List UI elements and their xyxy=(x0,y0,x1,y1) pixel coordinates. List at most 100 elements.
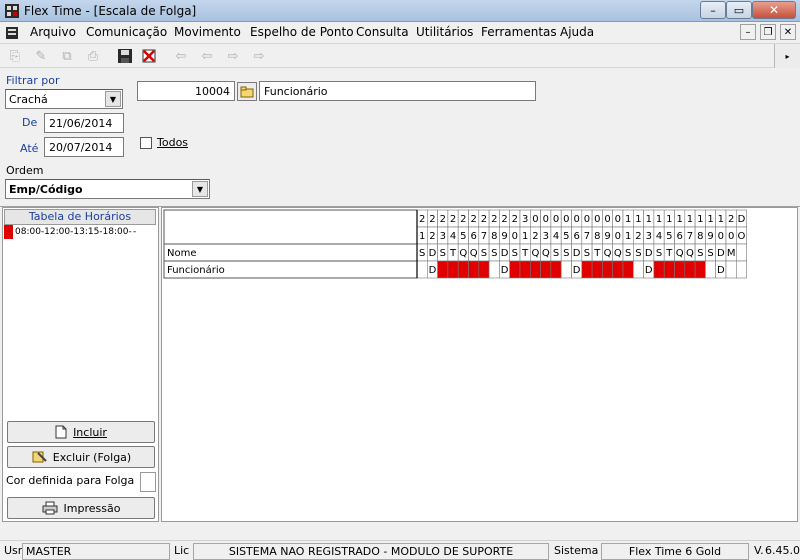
day-cell[interactable] xyxy=(705,260,717,279)
mdi-close-button[interactable]: ✕ xyxy=(780,24,796,40)
menu-ferramentas[interactable]: Ferramentas xyxy=(481,25,557,39)
day-cell[interactable] xyxy=(602,260,613,279)
new-icon[interactable]: ⎘ xyxy=(6,47,24,65)
folga-color-swatch[interactable] xyxy=(140,472,156,492)
print-icon[interactable]: ⎙ xyxy=(84,47,102,65)
day-cell[interactable] xyxy=(632,260,644,279)
mdi-minimize-button[interactable]: – xyxy=(740,24,756,40)
copy-icon[interactable]: ⧉ xyxy=(58,47,76,65)
minimize-button[interactable]: – xyxy=(700,1,726,19)
minimize-icon: – xyxy=(710,3,716,17)
weekday-cell-text: Q xyxy=(614,248,622,259)
print-button[interactable]: Impressão xyxy=(7,497,155,519)
filter-by-label: Filtrar por xyxy=(6,74,60,87)
employee-name[interactable]: Funcionário xyxy=(167,264,225,276)
day-units-cell-text: 6 xyxy=(676,231,682,242)
menu-movimento[interactable]: Movimento xyxy=(174,25,241,39)
day-cell[interactable] xyxy=(581,260,593,279)
remove-folga-button[interactable]: Excluir (Folga) xyxy=(7,446,155,468)
day-cell[interactable] xyxy=(725,260,737,279)
schedule-entry[interactable]: 08:00-12:00-13:15-18:00- xyxy=(15,227,132,237)
menu-arquivo[interactable]: Arquivo xyxy=(30,25,76,39)
day-cell[interactable] xyxy=(694,260,706,279)
day-tens-cell-text: 0 xyxy=(615,214,621,225)
last-icon[interactable]: ⇨ xyxy=(250,47,268,65)
day-cell[interactable] xyxy=(735,260,747,279)
menu-ajuda[interactable]: Ajuda xyxy=(560,25,594,39)
menu-consulta[interactable]: Consulta xyxy=(356,25,409,39)
day-cell[interactable] xyxy=(488,260,500,279)
menu-espelho-de-ponto[interactable]: Espelho de Ponto xyxy=(250,25,354,39)
weekday-cell-text: T xyxy=(665,248,673,259)
to-date-value: 20/07/2014 xyxy=(49,141,113,154)
weekday-cell-text: S xyxy=(491,248,497,259)
maximize-button[interactable]: ▭ xyxy=(726,1,752,19)
chevron-down-icon[interactable]: ▼ xyxy=(192,181,208,197)
day-tens-cell-text: 0 xyxy=(532,214,538,225)
day-cell[interactable] xyxy=(478,260,490,279)
employee-name-field[interactable]: Funcionário xyxy=(259,81,536,101)
day-units-cell-text: 8 xyxy=(491,231,497,242)
order-value: Emp/Código xyxy=(9,183,83,196)
to-date-field[interactable]: 20/07/2014 xyxy=(44,137,124,157)
system-label: Sistema xyxy=(554,544,599,557)
day-units-cell-text: 5 xyxy=(666,231,672,242)
folga-color-label: Cor definida para Folga xyxy=(6,474,135,487)
save-icon[interactable] xyxy=(116,47,134,65)
day-units-cell-text: 4 xyxy=(450,231,456,242)
all-label[interactable]: Todos xyxy=(157,136,188,149)
next-icon[interactable]: ⇨ xyxy=(224,47,242,65)
lookup-button[interactable] xyxy=(237,82,257,101)
title-bar: Flex Time - [Escala de Folga] – ▭ ✕ xyxy=(0,0,800,22)
day-tens-cell-text: 0 xyxy=(584,214,590,225)
day-tens-cell-text: 2 xyxy=(460,214,466,225)
day-cell[interactable] xyxy=(674,260,686,279)
day-cell[interactable] xyxy=(540,260,552,279)
day-cell[interactable] xyxy=(622,260,634,279)
day-cell[interactable] xyxy=(612,260,624,279)
code-field[interactable]: 10004 xyxy=(137,81,235,101)
close-icon: ✕ xyxy=(768,3,780,17)
chevron-down-icon[interactable]: ▼ xyxy=(105,91,121,107)
toolbar-overflow-button[interactable]: ▸ xyxy=(774,44,800,68)
day-cell[interactable] xyxy=(684,260,696,279)
day-units-cell-text: O xyxy=(738,231,746,242)
day-units-cell-text: 3 xyxy=(646,231,652,242)
day-cell[interactable] xyxy=(560,260,572,279)
license-label: Lic xyxy=(174,544,190,557)
delete-icon[interactable] xyxy=(140,47,158,65)
day-cell[interactable] xyxy=(447,260,459,279)
day-cell[interactable] xyxy=(663,260,675,279)
from-date-field[interactable]: 21/06/2014 xyxy=(44,113,124,133)
weekday-cell-text: S xyxy=(697,248,703,259)
version-value: 6.45.03 xyxy=(765,544,800,557)
order-select[interactable]: Emp/Código ▼ xyxy=(5,179,210,199)
add-button[interactable]: Incluir xyxy=(7,421,155,443)
prev-icon[interactable]: ⇦ xyxy=(198,47,216,65)
day-tens-cell-text: 2 xyxy=(512,214,518,225)
day-cell[interactable] xyxy=(653,260,665,279)
all-checkbox[interactable] xyxy=(140,137,152,149)
day-tens-cell-text: 0 xyxy=(604,214,610,225)
day-cell[interactable] xyxy=(457,260,469,279)
mdi-restore-button[interactable]: ❐ xyxy=(760,24,776,40)
weekday-cell-text: Q xyxy=(459,248,467,259)
day-cell[interactable] xyxy=(529,260,541,279)
first-icon[interactable]: ⇦ xyxy=(172,47,190,65)
menu-utilitarios[interactable]: Utilitários xyxy=(416,25,473,39)
day-cell-text: D xyxy=(501,265,509,276)
code-value: 10004 xyxy=(195,85,230,98)
edit-icon[interactable]: ✎ xyxy=(32,47,50,65)
weekday-cell-text: M xyxy=(727,248,736,259)
day-cell[interactable] xyxy=(550,260,562,279)
day-cell[interactable] xyxy=(437,260,449,279)
weekday-cell-text: S xyxy=(707,248,713,259)
menu-comunicacao[interactable]: Comunicação xyxy=(86,25,167,39)
day-cell[interactable] xyxy=(468,260,480,279)
close-button[interactable]: ✕ xyxy=(752,1,796,19)
day-cell[interactable] xyxy=(416,260,428,279)
day-cell[interactable] xyxy=(509,260,521,279)
filter-by-select[interactable]: Crachá ▼ xyxy=(5,89,123,109)
day-cell[interactable] xyxy=(519,260,531,279)
day-cell[interactable] xyxy=(591,260,603,279)
